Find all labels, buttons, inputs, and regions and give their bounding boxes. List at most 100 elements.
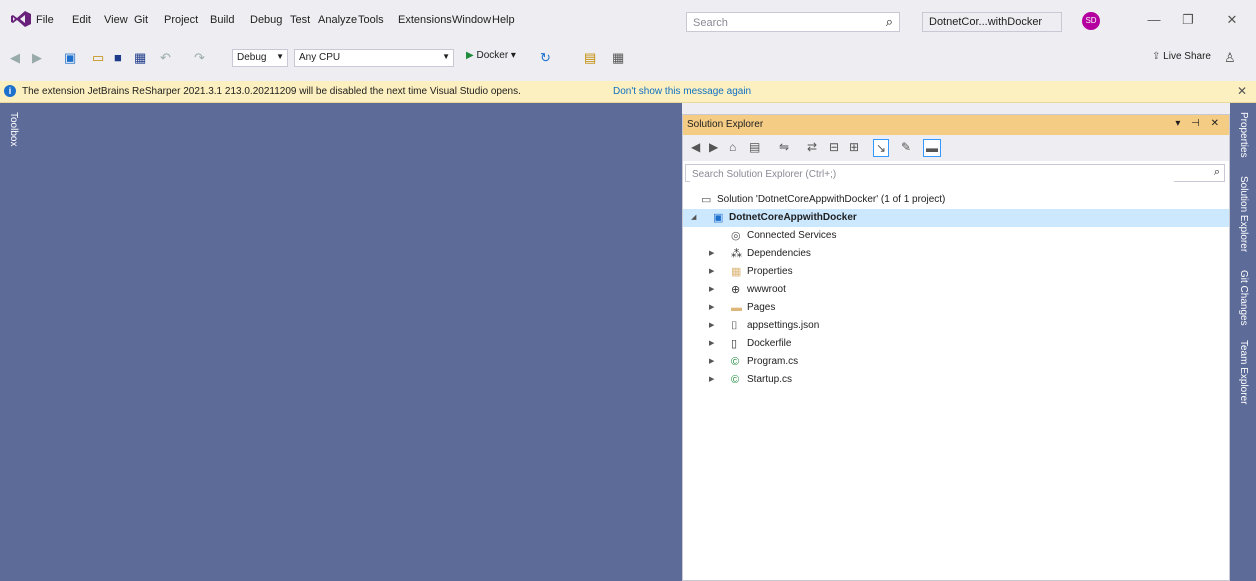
globe-icon: ⊕ [731, 284, 741, 296]
menu-item-edit[interactable]: Edit [72, 14, 91, 26]
expand-arrow-icon[interactable]: ▶ [709, 299, 714, 317]
expand-arrow-icon[interactable]: ▶ [709, 263, 714, 281]
collapse-all-icon[interactable]: ⊟ [829, 139, 839, 155]
panel-window-buttons[interactable]: ▾ ⊣ ✕ [1175, 118, 1223, 129]
redo-icon[interactable]: ↷ [194, 50, 205, 66]
chevron-down-icon: ▼ [442, 52, 450, 61]
forward-icon[interactable]: ▶ [32, 50, 42, 66]
tree-item-label: Dependencies [747, 248, 811, 259]
tab-git-changes[interactable]: Git Changes [1238, 270, 1249, 326]
connected-services-icon: ◎ [731, 230, 741, 242]
forward-icon[interactable]: ▶ [709, 139, 718, 155]
feedback-icon[interactable]: ♙ [1224, 50, 1236, 66]
tree-item[interactable]: ◎ Connected Services [683, 227, 1229, 245]
dont-show-again-link[interactable]: Don't show this message again [613, 86, 751, 97]
tree-item-label: Connected Services [747, 230, 837, 241]
tree-item-label: appsettings.json [747, 320, 820, 331]
search-icon[interactable]: ⌕ [886, 14, 893, 30]
collapse-arrow-icon[interactable]: ◢ [691, 209, 696, 227]
menu-item-view[interactable]: View [104, 14, 128, 26]
play-icon: ▶ [466, 50, 477, 61]
expand-arrow-icon[interactable]: ▶ [709, 281, 714, 299]
tree-item-label: Solution 'DotnetCoreAppwithDocker' (1 of… [717, 194, 946, 205]
home-icon[interactable]: ⌂ [729, 139, 736, 155]
open-folder-icon[interactable]: ▭ [92, 50, 104, 66]
solution-explorer-search-input[interactable] [690, 166, 1174, 182]
menu-item-tools[interactable]: Tools [358, 14, 384, 26]
preview-selected-icon[interactable]: ↘ [873, 139, 890, 157]
live-share-button[interactable]: ⇪ Live Share [1152, 51, 1211, 62]
avatar[interactable]: SD [1082, 12, 1100, 30]
file-icon: ▯ [731, 338, 738, 350]
run-target-label: Docker [476, 50, 509, 61]
find-in-files-icon[interactable]: ▤ [584, 50, 596, 66]
live-share-label: Live Share [1163, 51, 1211, 62]
tree-item[interactable]: ▶ © Program.cs [683, 353, 1229, 371]
expand-arrow-icon[interactable]: ▶ [709, 317, 714, 335]
back-icon[interactable]: ◀ [10, 50, 20, 66]
solution-explorer-titlebar[interactable]: Solution Explorer ▾ ⊣ ✕ [683, 115, 1229, 135]
run-button[interactable]: ▶ Docker ▾ [466, 50, 516, 61]
search-box[interactable]: ⌕ [686, 12, 900, 32]
restore-button[interactable]: ❐ [1174, 10, 1202, 30]
close-button[interactable]: ✕ [1218, 10, 1246, 30]
sync-icon[interactable]: ⇄ [807, 139, 817, 155]
menu-item-extensions[interactable]: Extensions [398, 14, 452, 26]
tree-item-label: wwwroot [747, 284, 786, 295]
menu-item-project[interactable]: Project [164, 14, 198, 26]
expand-arrow-icon[interactable]: ▶ [709, 371, 714, 389]
minimize-button[interactable]: — [1140, 10, 1168, 30]
close-icon[interactable]: ✕ [1237, 84, 1247, 98]
visual-studio-logo-icon [11, 11, 31, 27]
chevron-down-icon: ▼ [276, 52, 284, 61]
tree-item[interactable]: ▶ ⁂ Dependencies [683, 245, 1229, 263]
tree-item[interactable]: ▭ Solution 'DotnetCoreAppwithDocker' (1 o… [683, 191, 1229, 209]
menu-item-build[interactable]: Build [210, 14, 234, 26]
back-icon[interactable]: ◀ [691, 139, 700, 155]
undo-icon[interactable]: ↶ [160, 50, 171, 66]
new-project-icon[interactable]: ▣ [64, 50, 76, 66]
platform-dropdown[interactable]: Any CPU ▼ [294, 49, 454, 67]
solution-tree: ▭ Solution 'DotnetCoreAppwithDocker' (1 o… [683, 191, 1229, 571]
menu-item-git[interactable]: Git [134, 14, 148, 26]
show-all-files-icon[interactable]: ⊞ [849, 139, 859, 155]
tab-solution-explorer[interactable]: Solution Explorer [1238, 176, 1249, 252]
menu-item-debug[interactable]: Debug [250, 14, 282, 26]
switch-views-icon[interactable]: ▤ [749, 139, 760, 155]
platform-value: Any CPU [299, 52, 341, 63]
menu-item-test[interactable]: Test [290, 14, 310, 26]
refresh-icon[interactable]: ↻ [540, 50, 551, 66]
pin-icon[interactable]: ▬ [923, 139, 941, 157]
save-icon[interactable]: ■ [114, 50, 122, 66]
tree-item[interactable]: ▶ © Startup.cs [683, 371, 1229, 389]
menu-item-help[interactable]: Help [492, 14, 515, 26]
tree-item[interactable]: ▶ ⌷ appsettings.json [683, 317, 1229, 335]
pending-changes-icon[interactable]: ⇋ [779, 139, 789, 155]
save-all-icon[interactable]: ▦ [134, 50, 146, 66]
editor-area [30, 103, 682, 581]
menu-item-window[interactable]: Window [452, 14, 491, 26]
window-layout-icon[interactable]: ▦ [612, 50, 624, 66]
solution-explorer-search[interactable]: ⌕ [685, 164, 1225, 182]
csharp-file-icon: © [731, 356, 740, 368]
properties-wrench-icon[interactable]: ✎ [901, 139, 911, 155]
tree-item[interactable]: ▶ ▦ Properties [683, 263, 1229, 281]
tab-properties[interactable]: Properties [1238, 112, 1249, 158]
tree-item[interactable]: ▶ ▬ Pages [683, 299, 1229, 317]
config-dropdown[interactable]: Debug ▼ [232, 49, 288, 67]
tab-team-explorer[interactable]: Team Explorer [1238, 340, 1249, 404]
tab-toolbox[interactable]: Toolbox [8, 112, 19, 146]
share-icon: ⇪ [1152, 51, 1164, 62]
project-icon: ▣ [713, 212, 724, 224]
tree-item[interactable]: ▶ ▯ Dockerfile [683, 335, 1229, 353]
expand-arrow-icon[interactable]: ▶ [709, 335, 714, 353]
expand-arrow-icon[interactable]: ▶ [709, 245, 714, 263]
tree-item[interactable]: ◢ ▣ DotnetCoreAppwithDocker [683, 209, 1229, 227]
expand-arrow-icon[interactable]: ▶ [709, 353, 714, 371]
menu-item-file[interactable]: File [36, 14, 54, 26]
menu-item-analyze[interactable]: Analyze [318, 14, 357, 26]
search-input[interactable] [691, 14, 875, 32]
search-icon[interactable]: ⌕ [1214, 166, 1220, 179]
tree-item[interactable]: ▶ ⊕ wwwroot [683, 281, 1229, 299]
tree-item-label: DotnetCoreAppwithDocker [729, 212, 857, 223]
